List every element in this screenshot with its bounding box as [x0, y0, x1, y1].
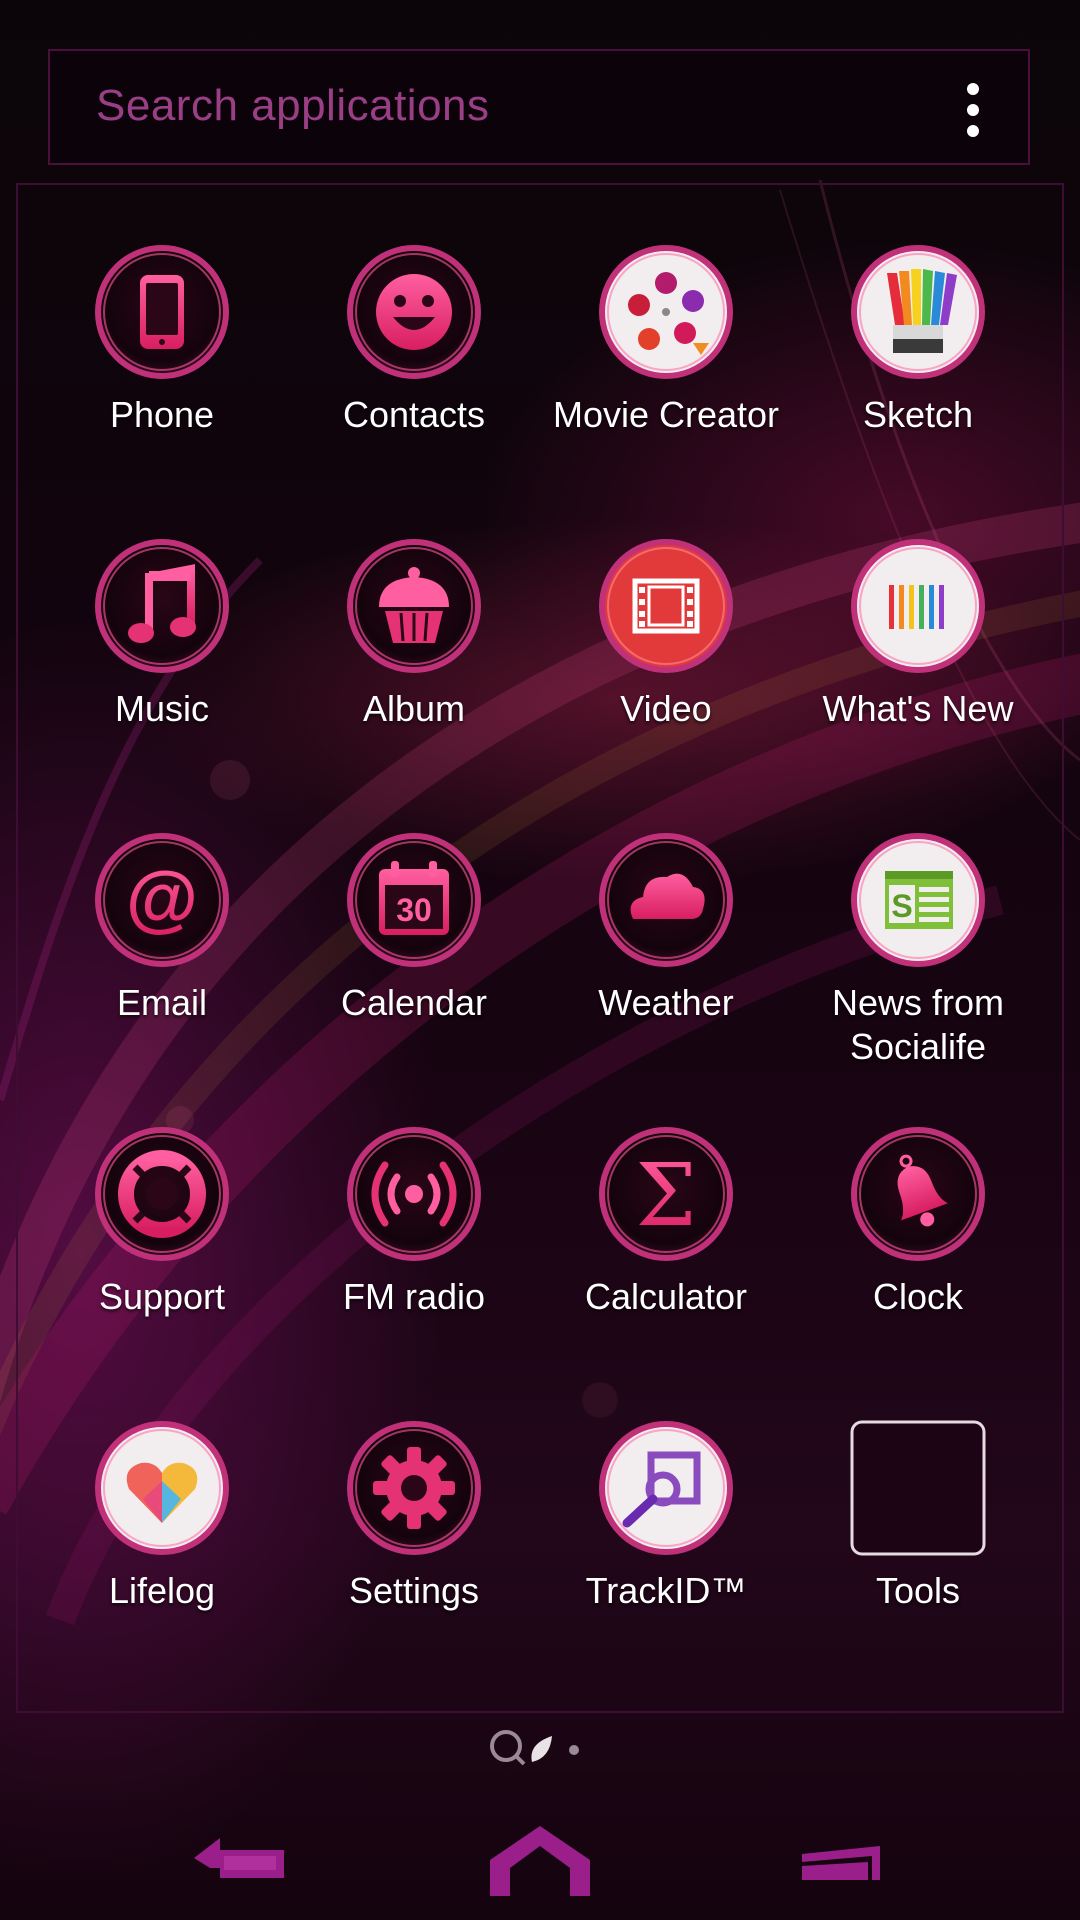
app-label: Phone	[109, 394, 215, 435]
app-label: Album	[362, 688, 466, 729]
calendar-icon: 30	[347, 833, 481, 967]
music-note-icon	[95, 539, 229, 673]
dot-page-icon	[569, 1745, 579, 1755]
trackid-search-icon	[599, 1421, 733, 1555]
bell-icon	[851, 1127, 985, 1261]
app-label-line: Socialife	[849, 1026, 987, 1067]
app-whats-new[interactable]: What's New	[793, 537, 1043, 797]
svg-text:S: S	[891, 888, 912, 924]
navigation-bar	[0, 1800, 1080, 1920]
folder-icon	[850, 1420, 986, 1556]
app-label: What's New	[822, 688, 1014, 729]
back-icon[interactable]	[180, 1818, 300, 1898]
app-label: Movie Creator	[552, 394, 780, 435]
app-tools[interactable]: Tools	[793, 1419, 1043, 1679]
cloud-icon	[599, 833, 733, 967]
app-label: Calculator	[584, 1276, 748, 1317]
app-calendar[interactable]: 30 Calendar	[289, 831, 539, 1091]
svg-text:@: @	[126, 856, 198, 939]
app-contacts[interactable]: Contacts	[289, 243, 539, 503]
app-label: Tools	[875, 1570, 961, 1611]
app-fm-radio[interactable]: FM radio	[289, 1125, 539, 1385]
sigma-icon: Σ	[599, 1127, 733, 1261]
app-label: Settings	[348, 1570, 480, 1611]
heart-icon	[95, 1421, 229, 1555]
app-news-from-socialife[interactable]: S News from Socialife	[793, 831, 1043, 1091]
app-label: FM radio	[342, 1276, 486, 1317]
app-music[interactable]: Music	[37, 537, 287, 797]
app-label: Weather	[598, 982, 734, 1023]
app-email[interactable]: @ Email	[37, 831, 287, 1091]
radio-waves-icon	[347, 1127, 481, 1261]
rainbow-marker-icon	[851, 245, 985, 379]
page-indicator[interactable]	[488, 1728, 588, 1768]
app-lifelog[interactable]: Lifelog	[37, 1419, 287, 1679]
app-sketch[interactable]: Sketch	[793, 243, 1043, 503]
app-label: Support	[98, 1276, 226, 1317]
app-clock[interactable]: Clock	[793, 1125, 1043, 1385]
search-page-icon	[490, 1730, 526, 1766]
app-weather[interactable]: Weather	[541, 831, 791, 1091]
news-s-icon: S	[851, 833, 985, 967]
app-calculator[interactable]: Σ Calculator	[541, 1125, 791, 1385]
app-video[interactable]: Video	[541, 537, 791, 797]
smiley-face-icon	[347, 245, 481, 379]
recents-icon[interactable]	[780, 1818, 900, 1898]
app-label: Music	[114, 688, 209, 729]
app-label: Sketch	[862, 394, 974, 435]
app-label: TrackID™	[585, 1570, 747, 1611]
vertical-ellipsis-icon[interactable]	[958, 83, 988, 137]
phone-icon	[95, 245, 229, 379]
app-album[interactable]: Album	[289, 537, 539, 797]
app-label: Contacts	[342, 394, 486, 435]
search-bar[interactable]: Search applications	[48, 49, 1030, 165]
at-sign-icon: @	[95, 833, 229, 967]
app-label: Calendar	[340, 982, 488, 1023]
gear-icon	[347, 1421, 481, 1555]
svg-text:Σ: Σ	[636, 1146, 697, 1246]
app-label: Lifelog	[108, 1570, 216, 1611]
film-strip-icon	[599, 539, 733, 673]
home-icon[interactable]	[480, 1818, 600, 1898]
app-settings[interactable]: Settings	[289, 1419, 539, 1679]
leaf-page-icon	[531, 1736, 552, 1762]
search-input[interactable]: Search applications	[96, 81, 490, 131]
app-phone[interactable]: Phone	[37, 243, 287, 503]
cupcake-icon	[347, 539, 481, 673]
app-movie-creator[interactable]: Movie Creator	[541, 243, 791, 503]
calendar-date: 30	[396, 892, 432, 928]
app-support[interactable]: Support	[37, 1125, 287, 1385]
lifebuoy-icon	[95, 1127, 229, 1261]
app-label: Clock	[872, 1276, 964, 1317]
app-label: News from Socialife	[793, 981, 1043, 1069]
film-reel-icon	[599, 245, 733, 379]
color-bars-icon	[851, 539, 985, 673]
app-label: Email	[116, 982, 208, 1023]
app-label: Video	[620, 688, 712, 729]
app-label-line: News from	[831, 982, 1005, 1023]
app-trackid[interactable]: TrackID™	[541, 1419, 791, 1679]
